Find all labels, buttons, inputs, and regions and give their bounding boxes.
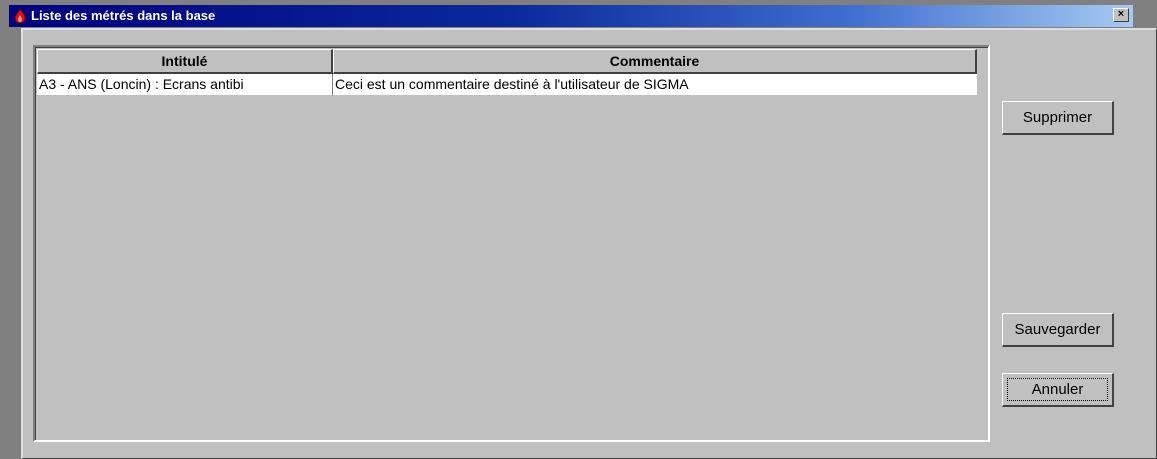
window-title: Liste des métrés dans la base [31, 8, 216, 23]
annuler-button-label: Annuler [1031, 380, 1084, 398]
metres-grid[interactable]: Intitulé Commentaire A3 - ANS (Loncin) :… [33, 45, 990, 442]
annuler-button[interactable]: Annuler [1002, 373, 1114, 407]
column-header-intitule[interactable]: Intitulé [37, 49, 333, 74]
supprimer-button[interactable]: Supprimer [1002, 101, 1114, 135]
cell-intitule[interactable]: A3 - ANS (Loncin) : Ecrans antibi [37, 74, 333, 96]
sauvegarder-button-label: Sauvegarder [1014, 320, 1101, 338]
column-header-commentaire[interactable]: Commentaire [333, 49, 977, 74]
close-icon[interactable]: × [1113, 8, 1129, 22]
table-row[interactable]: A3 - ANS (Loncin) : Ecrans antibi Ceci e… [37, 74, 977, 96]
title-bar[interactable]: Liste des métrés dans la base × [9, 5, 1133, 27]
app-icon [13, 8, 27, 24]
grid-frame [35, 47, 988, 440]
supprimer-button-label: Supprimer [1022, 108, 1093, 126]
sauvegarder-button[interactable]: Sauvegarder [1002, 313, 1114, 347]
grid-header: Intitulé Commentaire [37, 49, 977, 74]
cell-commentaire[interactable]: Ceci est un commentaire destiné à l'util… [333, 74, 977, 96]
